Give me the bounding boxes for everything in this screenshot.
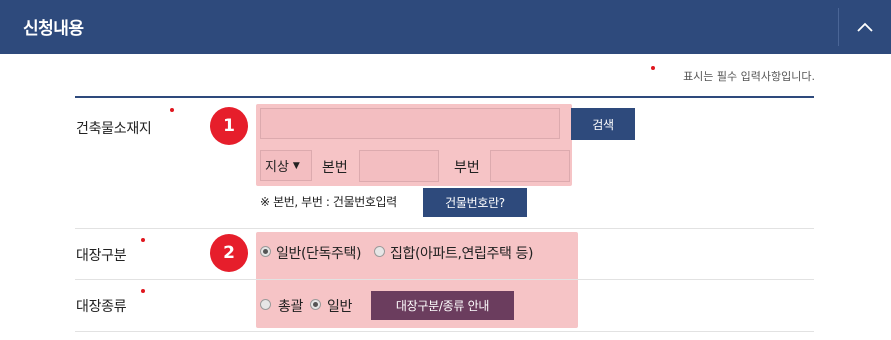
step-badge-1: 1	[210, 107, 248, 145]
required-marker-icon	[141, 238, 145, 242]
ledger-kind-total-radio[interactable]	[260, 299, 271, 310]
location-label: 건축물소재지	[76, 121, 152, 137]
ledger-type-general-radio[interactable]	[260, 246, 271, 257]
step-badge-2: 2	[210, 234, 248, 272]
ledger-kind-label: 대장종류	[76, 299, 127, 315]
ledger-kind-general-label[interactable]: 일반	[327, 296, 352, 316]
row-divider	[75, 331, 814, 332]
ledger-type-collective-label[interactable]: 집합(아파트,연립주택 등)	[390, 243, 533, 263]
search-button[interactable]: 검색	[571, 108, 635, 140]
bonbeon-input[interactable]	[359, 150, 439, 182]
row-divider	[75, 279, 814, 280]
bubeon-label: 부번	[454, 160, 480, 176]
ledger-type-label: 대장구분	[76, 248, 127, 264]
required-note: 표시는 필수 입력사항입니다.	[683, 70, 815, 83]
ledger-guide-button[interactable]: 대장구분/종류 안내	[371, 291, 514, 320]
dropdown-arrow-icon: ▼	[292, 160, 300, 171]
section-title: 신청내용	[23, 19, 84, 39]
building-number-help-button[interactable]: 건물번호란?	[423, 188, 527, 217]
row-divider	[75, 228, 814, 229]
floor-select-value: 지상	[265, 160, 289, 175]
collapse-button[interactable]	[839, 0, 891, 54]
required-marker-icon	[651, 66, 655, 70]
required-marker-icon	[141, 289, 145, 293]
ledger-kind-general-radio[interactable]	[310, 299, 321, 310]
address-input[interactable]	[260, 108, 560, 139]
ledger-type-general-label[interactable]: 일반(단독주택)	[276, 243, 361, 263]
ledger-type-collective-radio[interactable]	[374, 246, 385, 257]
bonbeon-label: 본번	[322, 160, 348, 176]
building-number-hint: ※ 본번, 부번 : 건물번호입력	[260, 195, 397, 209]
section-header: 신청내용	[0, 0, 891, 54]
bubeon-input[interactable]	[490, 150, 570, 182]
form-top-rule	[75, 96, 814, 98]
chevron-up-icon	[857, 22, 873, 32]
floor-select[interactable]: 지상 ▼	[260, 150, 312, 181]
ledger-kind-total-label[interactable]: 총괄	[278, 296, 303, 316]
required-marker-icon	[170, 108, 174, 112]
